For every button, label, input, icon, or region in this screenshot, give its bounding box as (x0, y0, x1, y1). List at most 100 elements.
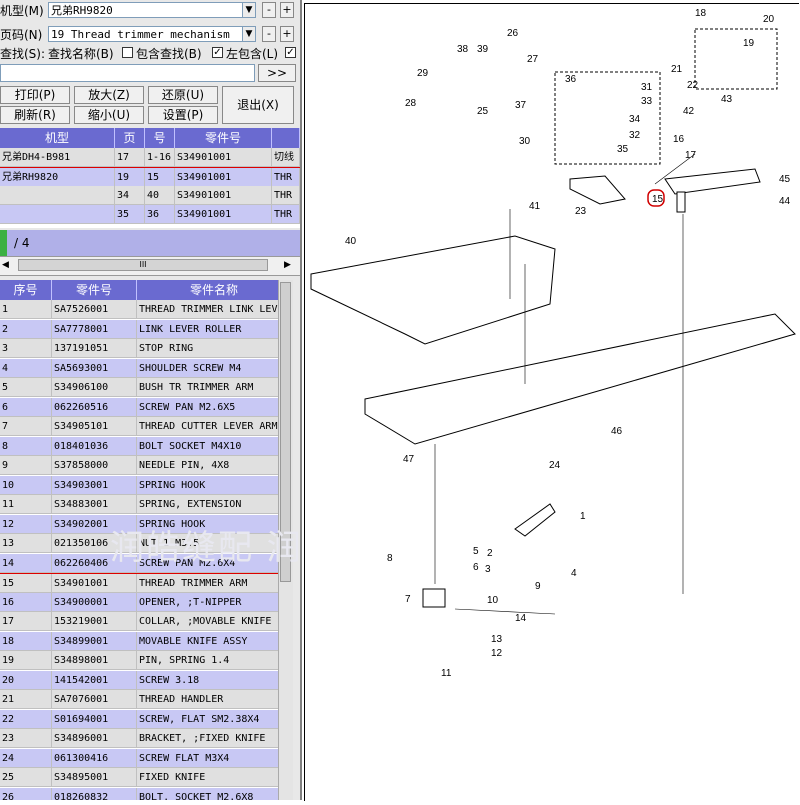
callout-8[interactable]: 8 (387, 553, 393, 564)
parts-table-row[interactable]: 4 SA5693001 SHOULDER SCREW M4 (0, 358, 292, 378)
parts-table-row[interactable]: 9 S37858000 NEEDLE PIN, 4X8 (0, 456, 292, 475)
callout-40[interactable]: 40 (345, 236, 357, 247)
part-7-shape[interactable] (422, 588, 446, 608)
restore-button[interactable]: 还原(U) (148, 86, 218, 104)
callout-15[interactable]: 15 (652, 194, 664, 205)
callout-34[interactable]: 34 (629, 114, 641, 125)
callout-24[interactable]: 24 (549, 460, 561, 471)
part-15-shaft[interactable] (676, 191, 686, 213)
callout-12[interactable]: 12 (491, 648, 503, 659)
find-go-button[interactable]: >> (258, 64, 296, 82)
callout-28[interactable]: 28 (405, 98, 417, 109)
callout-20[interactable]: 20 (763, 14, 775, 25)
callout-21[interactable]: 21 (671, 64, 683, 75)
zoom-out-button[interactable]: 缩小(U) (74, 106, 144, 124)
parts-table-row[interactable]: 15 S34901001 THREAD TRIMMER ARM (0, 573, 292, 594)
include-find-checkbox[interactable] (122, 47, 133, 58)
model-plus-button[interactable]: + (280, 2, 294, 18)
callout-37[interactable]: 37 (515, 100, 527, 111)
callout-14[interactable]: 14 (515, 613, 527, 624)
parts-table-row[interactable]: 10 S34903001 SPRING HOOK (0, 475, 292, 495)
callout-43[interactable]: 43 (721, 94, 733, 105)
callout-18[interactable]: 18 (695, 8, 707, 19)
callout-30[interactable]: 30 (519, 136, 531, 147)
page-select[interactable]: 19 Thread trimmer mechanism (48, 26, 244, 42)
settings-button[interactable]: 设置(P) (148, 106, 218, 124)
col-header-num[interactable]: 号 (145, 128, 175, 148)
parts-table-row[interactable]: 8 018401036 BOLT SOCKET M4X10 (0, 436, 292, 456)
callout-17[interactable]: 17 (685, 150, 697, 161)
callout-6[interactable]: 6 (473, 562, 479, 573)
callout-39[interactable]: 39 (477, 44, 489, 55)
parts-table-row[interactable]: 24 061300416 SCREW FLAT M3X4 (0, 748, 292, 768)
left-include-checkbox[interactable]: ✓ (212, 47, 223, 58)
callout-9[interactable]: 9 (535, 581, 541, 592)
horizontal-scrollbar[interactable]: ◀ III ▶ (0, 256, 300, 276)
callout-26[interactable]: 26 (507, 28, 519, 39)
callout-1[interactable]: 1 (580, 511, 586, 522)
callout-41[interactable]: 41 (529, 201, 541, 212)
extra-checkbox[interactable]: ✓ (285, 47, 296, 58)
model-dropdown-icon[interactable]: ▼ (242, 2, 256, 18)
col-header-part[interactable]: 零件号 (175, 128, 272, 148)
callout-22[interactable]: 22 (687, 80, 699, 91)
scroll-thumb[interactable]: III (18, 259, 268, 271)
parts-table-row[interactable]: 5 S34906100 BUSH TR TRIMMER ARM (0, 378, 292, 397)
callout-5[interactable]: 5 (473, 546, 479, 557)
model-table-row[interactable]: 35 36 S34901001 THR (0, 205, 300, 224)
callout-7[interactable]: 7 (405, 594, 411, 605)
callout-3[interactable]: 3 (485, 564, 491, 575)
callout-25[interactable]: 25 (477, 106, 489, 117)
callout-27[interactable]: 27 (527, 54, 539, 65)
callout-36[interactable]: 36 (565, 74, 577, 85)
parts-table-row[interactable]: 22 S01694001 SCREW, FLAT SM2.38X4 (0, 709, 292, 729)
col-header-part-name[interactable]: 零件名称 (137, 280, 292, 300)
callout-32[interactable]: 32 (629, 130, 641, 141)
model-select[interactable]: 兄弟RH9820 (48, 2, 244, 18)
parts-table-row[interactable]: 2 SA7778001 LINK LEVER ROLLER (0, 319, 292, 339)
parts-table-row[interactable]: 7 S34905101 THREAD CUTTER LEVER ARM (0, 417, 292, 436)
callout-10[interactable]: 10 (487, 595, 499, 606)
page-plus-button[interactable]: + (280, 26, 294, 42)
callout-4[interactable]: 4 (571, 568, 577, 579)
parts-table-row[interactable]: 21 SA7076001 THREAD HANDLER (0, 690, 292, 709)
find-input[interactable] (0, 64, 255, 82)
part-23-shape[interactable] (569, 175, 626, 205)
callout-46[interactable]: 46 (611, 426, 623, 437)
col-header-page[interactable]: 页 (115, 128, 145, 148)
parts-table-row[interactable]: 17 153219001 COLLAR, ;MOVABLE KNIFE (0, 612, 292, 631)
refresh-button[interactable]: 刷新(R) (0, 106, 70, 124)
col-header-part-no[interactable]: 零件号 (52, 280, 137, 300)
model-table-row[interactable]: 34 40 S34901001 THR (0, 186, 300, 205)
model-table-row[interactable]: 兄弟DH4-B981 17 1-16 S34901001 切线 (0, 148, 300, 167)
page-minus-button[interactable]: - (262, 26, 276, 42)
callout-45[interactable]: 45 (779, 174, 791, 185)
parts-table-row[interactable]: 26 018260832 BOLT, SOCKET M2.6X8 (0, 787, 292, 800)
parts-table-row[interactable]: 25 S34895001 FIXED KNIFE (0, 768, 292, 787)
parts-table-row[interactable]: 6 062260516 SCREW PAN M2.6X5 (0, 397, 292, 417)
parts-table-row[interactable]: 11 S34883001 SPRING, EXTENSION (0, 495, 292, 514)
zoom-in-button[interactable]: 放大(Z) (74, 86, 144, 104)
callout-19[interactable]: 19 (743, 38, 755, 49)
col-header-seq[interactable]: 序号 (0, 280, 52, 300)
find-by-name-label[interactable]: 查找名称(B) (48, 45, 114, 62)
parts-table-row[interactable]: 23 S34896001 BRACKET, ;FIXED KNIFE (0, 729, 292, 748)
part-15-shape[interactable] (664, 168, 761, 195)
col-header-model[interactable]: 机型 (0, 128, 115, 148)
part-1-shape[interactable] (514, 503, 556, 537)
callout-13[interactable]: 13 (491, 634, 503, 645)
scroll-left-icon[interactable]: ◀ (2, 259, 14, 271)
callout-33[interactable]: 33 (641, 96, 653, 107)
page-dropdown-icon[interactable]: ▼ (242, 26, 256, 42)
parts-table-row[interactable]: 19 S34898001 PIN, SPRING 1.4 (0, 651, 292, 670)
callout-47[interactable]: 47 (403, 454, 415, 465)
callout-29[interactable]: 29 (417, 68, 429, 79)
callout-35[interactable]: 35 (617, 144, 629, 155)
exploded-parts-diagram[interactable]: 1 2 3 4 5 6 7 8 9 10 11 12 13 14 15 16 17 18 19 20 21 22 23 24 2… (304, 3, 799, 801)
callout-38[interactable]: 38 (457, 44, 469, 55)
callout-31[interactable]: 31 (641, 82, 653, 93)
scroll-right-icon[interactable]: ▶ (284, 259, 296, 271)
callout-11[interactable]: 11 (441, 668, 452, 679)
parts-table-row[interactable]: 20 141542001 SCREW 3.18 (0, 670, 292, 690)
parts-table-row[interactable]: 3 137191051 STOP RING (0, 339, 292, 358)
